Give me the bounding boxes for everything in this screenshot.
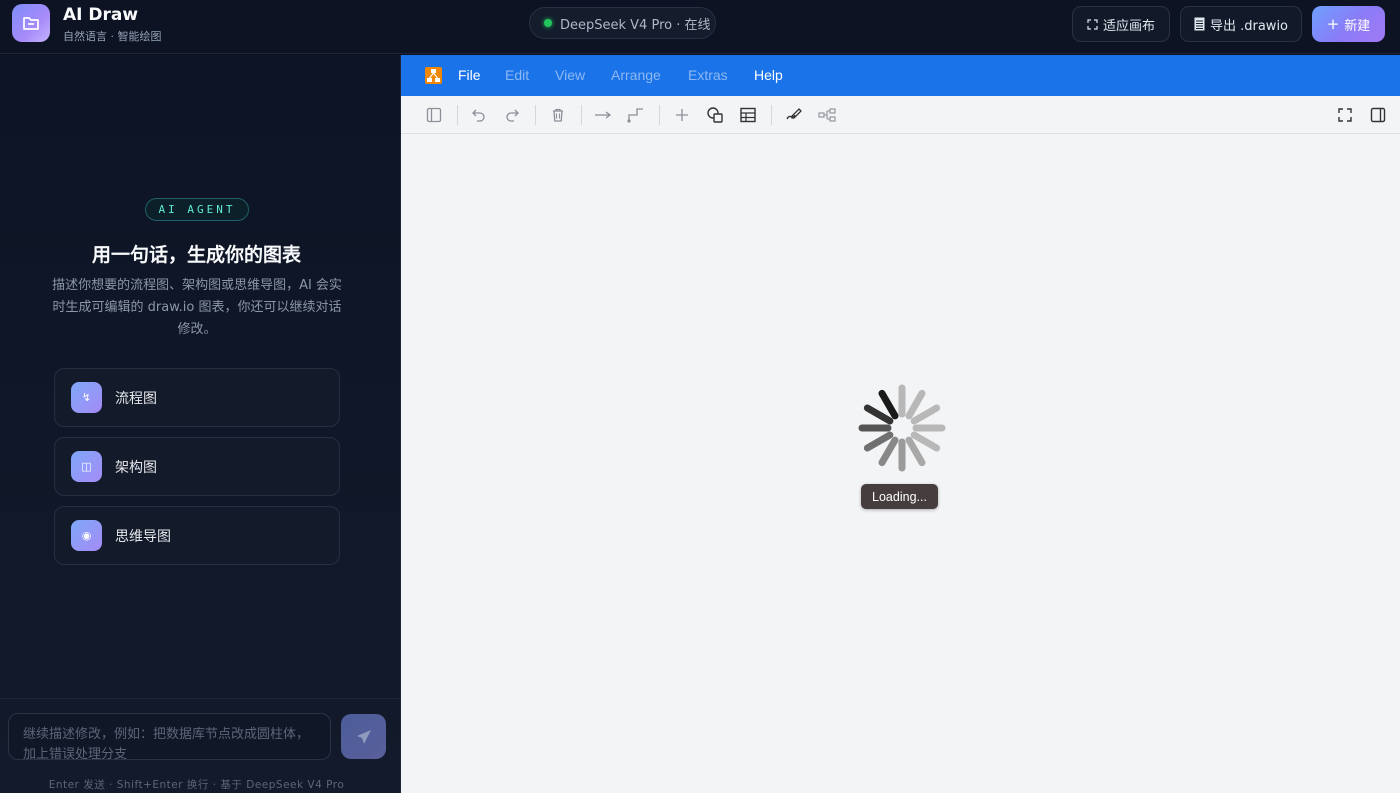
shapes-icon[interactable] bbox=[705, 105, 725, 125]
drawio-editor: File Edit View Arrange Extras Help Loadi… bbox=[401, 55, 1400, 793]
editor-toolbar bbox=[401, 96, 1400, 134]
toolbar-separator bbox=[581, 105, 582, 125]
architecture-icon: ◫ bbox=[71, 451, 102, 482]
template-label: 思维导图 bbox=[115, 528, 171, 545]
table-icon[interactable] bbox=[738, 105, 758, 125]
delete-icon[interactable] bbox=[548, 105, 568, 125]
ai-agent-badge: AI AGENT bbox=[145, 198, 249, 221]
fit-canvas-button[interactable]: 适应画布 bbox=[1072, 6, 1170, 42]
redo-icon[interactable] bbox=[502, 105, 522, 125]
menu-edit[interactable]: Edit bbox=[505, 67, 529, 83]
export-label: 导出 .drawio bbox=[1209, 18, 1289, 34]
menu-help[interactable]: Help bbox=[754, 67, 783, 83]
insert-plus-icon[interactable] bbox=[672, 105, 692, 125]
send-icon bbox=[356, 729, 371, 744]
loading-label: Loading... bbox=[861, 484, 938, 509]
online-status-dot bbox=[544, 19, 552, 27]
template-label: 流程图 bbox=[115, 390, 157, 407]
template-label: 架构图 bbox=[115, 459, 157, 476]
toolbar-separator bbox=[457, 105, 458, 125]
app-subtitle: 自然语言 · 智能绘图 bbox=[63, 30, 162, 43]
fullscreen-icon[interactable] bbox=[1335, 105, 1355, 125]
new-diagram-button[interactable]: + 新建 bbox=[1312, 6, 1385, 42]
diagram-canvas[interactable]: Loading... bbox=[401, 135, 1400, 793]
fit-canvas-label: 适应画布 bbox=[1102, 18, 1155, 34]
keyboard-hint: Enter 发送 · Shift+Enter 换行 · 基于 DeepSeek … bbox=[48, 779, 345, 791]
plus-icon: + bbox=[1326, 15, 1340, 33]
hero-title: 用一句话，生成你的图表 bbox=[91, 244, 301, 266]
toggle-panel-icon[interactable] bbox=[1368, 105, 1388, 125]
connector-elbow-icon[interactable] bbox=[626, 105, 646, 125]
send-button[interactable] bbox=[341, 714, 386, 759]
loading-spinner-icon bbox=[858, 384, 946, 472]
drawio-logo-icon bbox=[425, 67, 442, 84]
toolbar-separator bbox=[659, 105, 660, 125]
format-panel-icon[interactable] bbox=[424, 105, 444, 125]
menu-arrange[interactable]: Arrange bbox=[611, 67, 661, 83]
template-card-architecture[interactable]: ◫ 架构图 bbox=[54, 437, 340, 496]
top-bar: AI Draw 自然语言 · 智能绘图 DeepSeek V4 Pro · 在线… bbox=[0, 0, 1400, 54]
app-title: AI Draw bbox=[63, 5, 139, 25]
fit-icon bbox=[1087, 18, 1098, 30]
chat-sidebar: AI AGENT 用一句话，生成你的图表 描述你想要的流程图、架构图或思维导图，… bbox=[0, 55, 401, 793]
hero-description: 描述你想要的流程图、架构图或思维导图，AI 会实时生成可编辑的 draw.io … bbox=[52, 278, 342, 337]
model-status-pill: DeepSeek V4 Pro · 在线 bbox=[529, 7, 716, 39]
model-status-text: DeepSeek V4 Pro · 在线 bbox=[560, 17, 711, 33]
freehand-draw-icon[interactable] bbox=[784, 105, 804, 125]
chat-input[interactable]: 继续描述修改，例如：把数据库节点改成圆柱体，加上错误处理分支 bbox=[8, 713, 331, 760]
template-card-flowchart[interactable]: ↯ 流程图 bbox=[54, 368, 340, 427]
menu-file[interactable]: File bbox=[458, 67, 481, 83]
layout-tree-icon[interactable] bbox=[817, 105, 837, 125]
toolbar-separator bbox=[535, 105, 536, 125]
menu-view[interactable]: View bbox=[555, 67, 585, 83]
toolbar-separator bbox=[771, 105, 772, 125]
mindmap-icon: ◉ bbox=[71, 520, 102, 551]
menu-extras[interactable]: Extras bbox=[688, 67, 728, 83]
document-icon bbox=[1194, 17, 1205, 31]
template-card-mindmap[interactable]: ◉ 思维导图 bbox=[54, 506, 340, 565]
undo-icon[interactable] bbox=[469, 105, 489, 125]
chat-input-area: 继续描述修改，例如：把数据库节点改成圆柱体，加上错误处理分支 Enter 发送 … bbox=[0, 698, 400, 793]
app-logo-icon bbox=[12, 4, 50, 42]
flow-icon: ↯ bbox=[71, 382, 102, 413]
export-drawio-button[interactable]: 导出 .drawio bbox=[1180, 6, 1302, 42]
new-label: 新建 bbox=[1344, 18, 1371, 34]
menu-bar: File Edit View Arrange Extras Help bbox=[401, 55, 1400, 96]
connector-straight-icon[interactable] bbox=[593, 105, 613, 125]
